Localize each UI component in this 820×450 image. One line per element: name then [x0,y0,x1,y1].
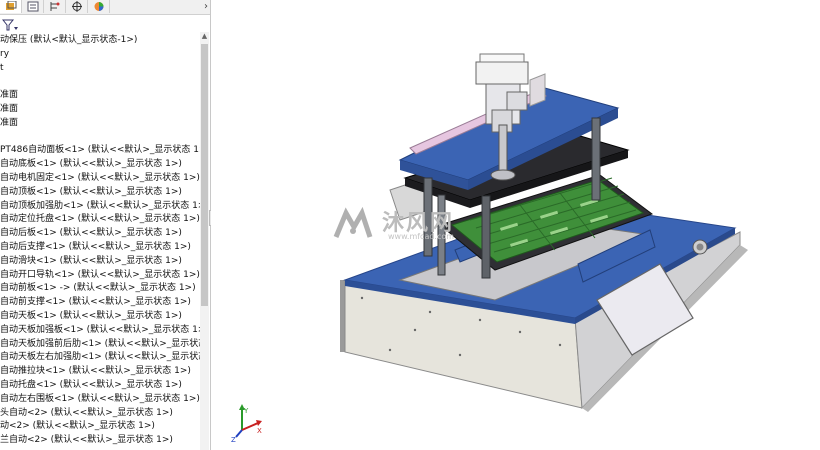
filter-button[interactable] [1,16,18,31]
tree-item[interactable]: 自动滑块<1> (默认<<默认>_显示状态 1>) [0,254,182,268]
dimxpert-icon [72,1,82,12]
tree-item[interactable]: 自动天板<1> (默认<<默认>_显示状态 1>) [0,309,182,323]
triad-icon: Y X Z [231,404,262,444]
tree-item[interactable]: 自动天板加强前后肋<1> (默认<<默认>_显示状态 [0,337,200,351]
filter-icon [1,19,18,31]
feature-manager-panel: › 动保压 (默认<默认_显示状态-1>) ry t 准面 准面 准面 PT486自动面板<… [0,0,211,450]
tree-item[interactable]: 准面 [0,88,18,102]
tree-item[interactable]: 准面 [0,102,18,116]
configuration-manager-tab[interactable] [44,0,66,13]
watermark-logo-icon [333,206,373,238]
assembly-model: Y X Z [231,53,748,444]
tree-item[interactable]: 自动定位托盘<1> (默认<<默认>_显示状态 1>) [0,212,200,226]
top-plate-rib-end [529,73,546,107]
tree-item[interactable]: 自动天板加强板<1> (默认<<默认>_显示状态 1>) [0,323,200,337]
tabs-expand-icon[interactable]: › [204,0,208,13]
watermark: 沐风网 www.mfcad.com [330,205,500,245]
display-manager-tab[interactable] [88,0,110,13]
tree-item[interactable]: 自动前支撑<1> (默认<<默认>_显示状态 1>) [0,295,191,309]
tree-item[interactable]: 自动前板<1> -> (默认<<默认>_显示状态 1>) [0,281,196,295]
tree-item[interactable]: 自动底板<1> (默认<<默认>_显示状态 1>) [0,157,182,171]
tree-scroll-thumb[interactable] [201,44,208,306]
tree-item[interactable]: 自动托盘<1> (默认<<默认>_显示状态 1>) [0,378,182,392]
tree-item[interactable]: 头自动<2> (默认<<默认>_显示状态 1>) [0,406,173,420]
tree-item[interactable]: 自动开口导轨<1> (默认<<默认>_显示状态 1>) [0,268,200,282]
tree-item[interactable]: 自动推拉块<1> (默认<<默认>_显示状态 1>) [0,364,191,378]
tree-item[interactable]: 动<2> (默认<<默认>_显示状态 1>) [0,419,155,433]
graphics-viewport[interactable]: Y X Z 沐风网 www.mfcad.com [211,0,820,450]
dimxpert-tab[interactable] [66,0,88,13]
feature-tree: 动保压 (默认<默认_显示状态-1>) ry t 准面 准面 准面 PT486自动面板<1>… [0,32,200,450]
tree-item[interactable]: 动保压 (默认<默认_显示状态-1>) [0,33,137,47]
tree-item[interactable]: PT486自动面板<1> (默认<<默认>_显示状态 1>) [0,143,200,157]
tree-item[interactable]: 自动天板左右加强肋<1> (默认<<默认>_显示状态 [0,350,200,364]
tree-item[interactable]: 自动电机固定<1> (默认<<默认>_显示状态 1>) [0,171,200,185]
tree-item[interactable]: t [0,61,4,75]
display-manager-icon [94,2,104,11]
panel-tabs: › [0,0,210,15]
property-manager-icon [27,1,39,12]
svg-text:Y: Y [243,407,249,415]
watermark-url: www.mfcad.com [388,232,455,241]
tree-item[interactable]: 自动后板<1> (默认<<默认>_显示状态 1>) [0,226,182,240]
tree-item[interactable]: 自动左右围板<1> (默认<<默认>_显示状态 1>) [0,392,200,406]
scroll-up-icon[interactable]: ▲ [200,32,209,41]
feature-tree-tab[interactable] [0,0,22,13]
round-button-center [696,243,704,251]
tree-item[interactable]: 兰自动<2> (默认<<默认>_显示状态 1>) [0,433,173,447]
base-left-edge [340,280,345,352]
tree-item[interactable]: ry [0,47,9,61]
tree-item[interactable]: 自动顶板<1> (默认<<默认>_显示状态 1>) [0,185,182,199]
property-manager-tab[interactable] [22,0,44,13]
tree-item[interactable]: 自动顶板加强肋<1> (默认<<默认>_显示状态 1>) [0,199,200,213]
configuration-manager-icon [50,2,60,11]
tree-item[interactable]: 自动后支撑<1> (默认<<默认>_显示状态 1>) [0,240,191,254]
feature-tree-icon [6,1,17,10]
svg-text:X: X [257,427,262,435]
tree-item[interactable]: 准面 [0,116,18,130]
svg-text:Z: Z [231,436,236,444]
